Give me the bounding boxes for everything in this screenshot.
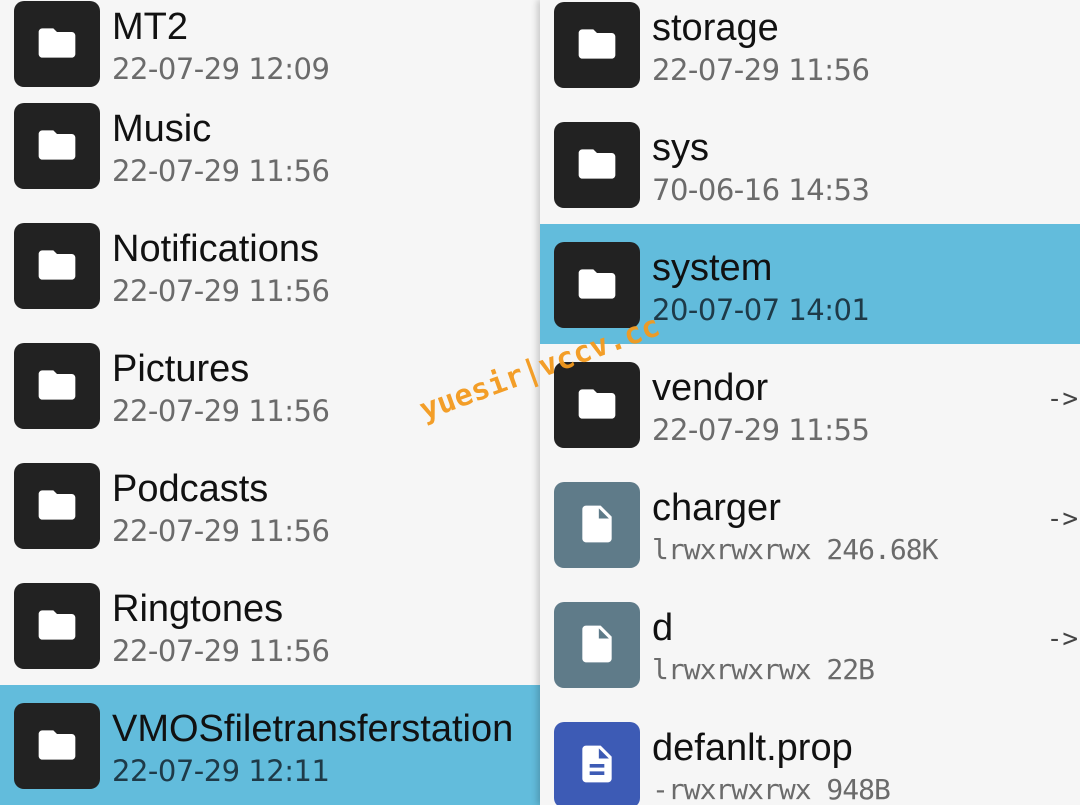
item-date: 22-07-29 11:56 xyxy=(112,634,330,668)
file-list-item[interactable]: sys 70-06-16 14:53 xyxy=(540,104,1080,224)
item-name: VMOSfiletransferstation xyxy=(112,708,514,750)
folder-icon xyxy=(554,2,640,88)
folder-icon xyxy=(14,103,100,189)
item-name: Podcasts xyxy=(112,468,269,510)
item-date: 22-07-29 11:55 xyxy=(652,413,870,447)
item-date: 22-07-29 11:56 xyxy=(112,274,330,308)
right-file-pane[interactable]: storage 22-07-29 11:56 sys 70-06-16 14:5… xyxy=(540,0,1080,805)
folder-icon xyxy=(554,242,640,328)
item-name: Ringtones xyxy=(112,588,284,630)
file-list-item[interactable]: Notifications 22-07-29 11:56 xyxy=(0,205,540,325)
symlink-arrow-icon: -> xyxy=(1046,624,1078,654)
folder-icon xyxy=(14,223,100,309)
folder-icon xyxy=(14,703,100,789)
item-date: 22-07-29 11:56 xyxy=(112,394,330,428)
item-name: system xyxy=(652,247,773,289)
file-list-item[interactable]: defanlt.prop -rwxrwxrwx 948B xyxy=(540,704,1080,805)
folder-icon xyxy=(554,122,640,208)
file-list-item[interactable]: Ringtones 22-07-29 11:56 xyxy=(0,565,540,685)
item-date: 22-07-29 11:56 xyxy=(652,53,870,87)
item-name: MT2 xyxy=(112,6,188,48)
file-icon xyxy=(554,602,640,688)
item-name: vendor xyxy=(652,367,769,409)
file-list-item[interactable]: Music 22-07-29 11:56 xyxy=(0,85,540,205)
symlink-arrow-icon: -> xyxy=(1046,384,1078,414)
item-date: 22-07-29 12:09 xyxy=(112,52,330,86)
folder-icon xyxy=(14,343,100,429)
item-name: Pictures xyxy=(112,348,250,390)
item-date: 22-07-29 11:56 xyxy=(112,514,330,548)
file-list-item[interactable]: Podcasts 22-07-29 11:56 xyxy=(0,445,540,565)
item-name: sys xyxy=(652,127,709,169)
file-icon xyxy=(554,482,640,568)
file-list-item-selected[interactable]: VMOSfiletransferstation 22-07-29 12:11 xyxy=(0,685,540,805)
item-date: 22-07-29 11:56 xyxy=(112,154,330,188)
item-name: Notifications xyxy=(112,228,319,270)
item-name: charger xyxy=(652,487,781,529)
item-date: 22-07-29 12:11 xyxy=(112,754,330,788)
file-list-item[interactable]: charger lrwxrwxrwx 246.68K -> xyxy=(540,464,1080,584)
folder-icon xyxy=(14,583,100,669)
text-file-icon xyxy=(554,722,640,805)
file-list-item[interactable]: d lrwxrwxrwx 22B -> xyxy=(540,584,1080,704)
file-list-item[interactable]: vendor 22-07-29 11:55 -> xyxy=(540,344,1080,464)
folder-icon xyxy=(14,463,100,549)
item-name: storage xyxy=(652,7,779,49)
folder-icon xyxy=(14,1,100,87)
item-date: 70-06-16 14:53 xyxy=(652,173,870,207)
item-permissions: -rwxrwxrwx 948B xyxy=(652,773,891,805)
item-name: Music xyxy=(112,108,212,150)
symlink-arrow-icon: -> xyxy=(1046,504,1078,534)
item-name: defanlt.prop xyxy=(652,727,853,769)
file-list-item[interactable]: storage 22-07-29 11:56 xyxy=(540,0,1080,104)
item-date: 20-07-07 14:01 xyxy=(652,293,870,327)
item-permissions: lrwxrwxrwx 246.68K xyxy=(652,533,938,566)
item-permissions: lrwxrwxrwx 22B xyxy=(652,653,875,686)
item-name: d xyxy=(652,607,674,649)
